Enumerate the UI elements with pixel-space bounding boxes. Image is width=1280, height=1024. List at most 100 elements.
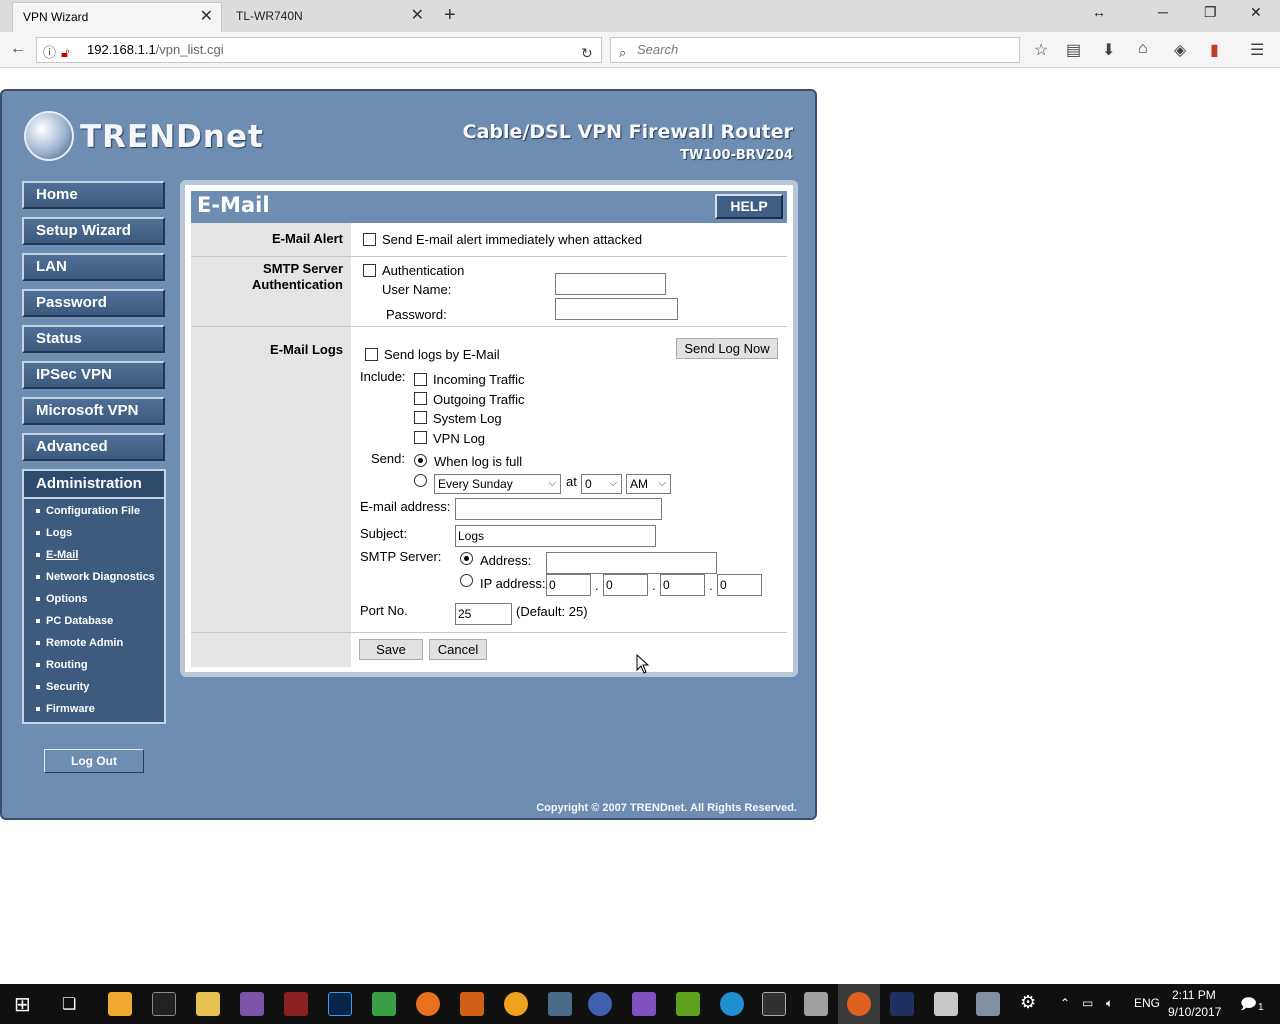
close-tab-icon[interactable]: ✕ [411,2,424,30]
menu-home[interactable]: Home [22,181,165,209]
save-button[interactable]: Save [359,639,423,660]
visual-studio-icon[interactable] [632,992,656,1016]
network-icon[interactable]: ▭ [1082,996,1093,1010]
submenu-logs[interactable]: Logs [36,527,72,539]
reading-list-icon[interactable]: ▤ [1066,40,1081,60]
reload-icon[interactable]: ↻ [581,41,593,65]
submenu-options[interactable]: Options [36,593,88,605]
app-icon[interactable] [934,992,958,1016]
app-icon[interactable] [588,992,612,1016]
smtp-ip-octet-1[interactable]: 0 [546,574,591,596]
bookmark-star-icon[interactable]: ☆ [1034,40,1048,60]
file-explorer-icon[interactable] [196,992,220,1016]
tab-vpn-wizard[interactable]: VPN Wizard ✕ [12,2,222,32]
menu-ipsec-vpn[interactable]: IPSec VPN [22,361,165,389]
menu-administration[interactable]: Administration [24,471,164,499]
port-input[interactable]: 25 [455,603,512,625]
menu-microsoft-vpn[interactable]: Microsoft VPN [22,397,165,425]
submenu-security[interactable]: Security [36,681,89,693]
language-indicator[interactable]: ENG [1134,996,1160,1010]
smtp-ip-octet-3[interactable]: 0 [660,574,705,596]
smtp-ip-octet-4[interactable]: 0 [717,574,762,596]
menu-setup-wizard[interactable]: Setup Wizard [22,217,165,245]
email-address-input[interactable] [455,498,662,520]
submenu-remote-admin[interactable]: Remote Admin [36,637,123,649]
smtp-address-input[interactable] [546,552,717,574]
when-full-radio[interactable] [414,454,427,467]
back-icon[interactable]: ← [10,40,26,58]
send-log-now-button[interactable]: Send Log Now [676,338,778,359]
home-icon[interactable]: ⌂ [1138,40,1148,58]
app-icon[interactable] [720,992,744,1016]
notepad-icon[interactable] [372,992,396,1016]
smtp-address-radio[interactable] [460,552,473,565]
chrome-icon[interactable] [108,992,132,1016]
volume-icon[interactable]: 🔈︎ [1106,996,1113,1011]
new-tab-icon[interactable]: + [444,4,456,27]
app-icon[interactable] [548,992,572,1016]
chevron-up-icon[interactable]: ⌃ [1060,996,1070,1010]
firefox-icon[interactable] [847,992,871,1016]
app-icon[interactable] [804,992,828,1016]
terminal-icon[interactable] [152,992,176,1016]
app-icon[interactable] [762,992,786,1016]
close-window-icon[interactable]: ✕ [1250,4,1262,21]
submenu-firmware[interactable]: Firmware [36,703,95,715]
smtp-ip-radio[interactable] [460,574,473,587]
task-view-icon[interactable]: ❏ [62,994,76,1014]
minimize-icon[interactable]: ─ [1158,4,1168,20]
pocket-icon[interactable]: ◈ [1174,40,1186,60]
app-icon[interactable] [460,992,484,1016]
authentication-checkbox[interactable] [363,264,376,277]
submenu-routing[interactable]: Routing [36,659,88,671]
photoshop-icon[interactable] [328,992,352,1016]
vpn-log-checkbox[interactable] [414,431,427,444]
windows-start-icon[interactable]: ⊞ [14,992,31,1017]
menu-advanced[interactable]: Advanced [22,433,165,461]
tab-tl-wr740n[interactable]: TL-WR740N ✕ [226,2,432,32]
subject-input[interactable]: Logs [455,525,656,547]
search-input[interactable]: ⌕ Search [610,37,1020,63]
schedule-ampm-select[interactable]: AM ⌵ [626,474,671,494]
submenu-email[interactable]: E-Mail [36,549,78,561]
schedule-day-select[interactable]: Every Sunday ⌵ [434,474,561,494]
email-alert-checkbox[interactable] [363,233,376,246]
logout-button[interactable]: Log Out [44,749,144,773]
menu-lan[interactable]: LAN [22,253,165,281]
download-icon[interactable]: ⬇ [1102,40,1115,60]
app-icon[interactable] [284,992,308,1016]
app-icon[interactable] [976,992,1000,1016]
submenu-pc-database[interactable]: PC Database [36,615,113,627]
menu-status[interactable]: Status [22,325,165,353]
password-input[interactable] [555,298,678,320]
url-bar[interactable]: ⓘ 🔓︎ 192.168.1.1/vpn_list.cgi ↻ [36,37,602,63]
restore-icon[interactable]: ❐ [1204,4,1217,21]
submenu-network-diagnostics[interactable]: Network Diagnostics [36,571,155,583]
username-input[interactable] [555,273,666,295]
help-button[interactable]: HELP [715,194,783,219]
smtp-ip-octet-2[interactable]: 0 [603,574,648,596]
send-logs-checkbox[interactable] [365,348,378,361]
app-icon[interactable] [890,992,914,1016]
blender-icon[interactable] [416,992,440,1016]
extension-icon[interactable]: ▮ [1210,40,1219,60]
settings-gear-icon[interactable]: ⚙ [1020,992,1036,1013]
close-tab-icon[interactable]: ✕ [200,3,213,31]
clock-time[interactable]: 2:11 PM [1172,988,1216,1002]
schedule-radio[interactable] [414,474,427,487]
menu-password[interactable]: Password [22,289,165,317]
app-icon[interactable] [240,992,264,1016]
menu-icon[interactable]: ☰ [1250,40,1264,60]
schedule-hour-select[interactable]: 0 ⌵ [581,474,622,494]
cancel-button[interactable]: Cancel [429,639,487,660]
incoming-traffic-checkbox[interactable] [414,373,427,386]
app-icon[interactable] [676,992,700,1016]
send-logs-checkbox-label: Send logs by E-Mail [384,347,500,362]
outgoing-traffic-checkbox[interactable] [414,392,427,405]
info-icon[interactable]: ⓘ [43,41,56,65]
system-log-checkbox[interactable] [414,411,427,424]
submenu-configuration-file[interactable]: Configuration File [36,505,140,517]
app-icon[interactable] [504,992,528,1016]
notification-icon[interactable]: 🗩︎ [1240,994,1257,1019]
clock-date[interactable]: 9/10/2017 [1168,1005,1221,1019]
